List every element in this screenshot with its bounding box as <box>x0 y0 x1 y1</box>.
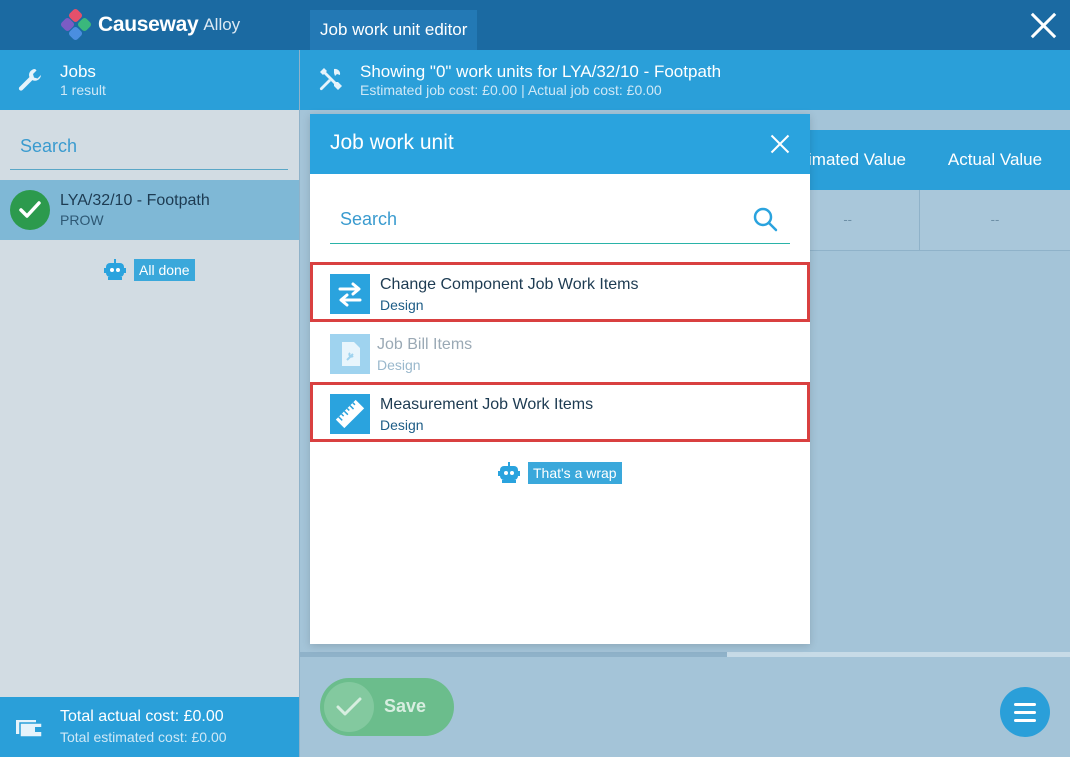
dialog-status-row: That's a wrap <box>498 462 622 484</box>
job-title: LYA/32/10 - Footpath <box>60 192 210 209</box>
work-units-title: Showing "0" work units for LYA/32/10 - F… <box>360 62 722 81</box>
item-subtitle: Design <box>380 297 424 313</box>
list-item[interactable]: LYA/32/10 - Footpath PROW <box>0 180 299 240</box>
column-actual-value[interactable]: Actual Value <box>920 130 1070 190</box>
dialog-close-button[interactable] <box>770 134 790 154</box>
jobs-title: Jobs <box>60 62 96 81</box>
cost-footer: Total actual cost: £0.00 Total estimated… <box>0 697 299 757</box>
jobs-header: Jobs 1 result <box>0 50 299 110</box>
dialog-search-placeholder: Search <box>340 209 398 229</box>
jobs-count: 1 result <box>60 82 106 98</box>
save-label: Save <box>384 696 427 716</box>
job-cost-summary: Estimated job cost: £0.00 | Actual job c… <box>360 82 662 98</box>
dialog-header: Job work unit <box>310 114 810 174</box>
search-icon[interactable] <box>752 206 778 232</box>
swap-arrows-icon <box>330 274 370 314</box>
robot-icon <box>498 462 520 483</box>
item-title: Measurement Job Work Items <box>380 396 594 413</box>
panel-divider <box>299 50 300 757</box>
document-icon <box>330 334 370 374</box>
check-icon <box>324 682 374 732</box>
work-units-header: Showing "0" work units for LYA/32/10 - F… <box>300 50 1070 110</box>
item-subtitle: Design <box>380 417 424 433</box>
status-badge: All done <box>134 259 195 281</box>
item-title: Job Bill Items <box>377 336 473 353</box>
table-row: -- -- <box>772 190 1070 251</box>
brand-name: Causeway <box>98 13 199 36</box>
item-subtitle: Design <box>377 357 421 373</box>
tab-job-work-unit-editor[interactable]: Job work unit editor <box>310 10 478 50</box>
dialog-search-input[interactable]: Search <box>330 198 790 244</box>
logo-mark-icon <box>59 7 94 42</box>
menu-button[interactable] <box>1000 687 1050 737</box>
ruler-icon <box>330 394 370 434</box>
jobs-search-input[interactable]: Search <box>10 128 288 170</box>
wallet-icon <box>16 720 42 737</box>
tools-icon <box>319 68 342 91</box>
total-estimated-cost: Total estimated cost: £0.00 <box>60 729 227 745</box>
item-title: Change Component Job Work Items <box>380 276 639 293</box>
top-bar: Causeway Alloy Job work unit editor <box>0 0 1070 50</box>
list-item-job-bill-items: Job Bill Items Design <box>310 325 810 385</box>
list-item-change-component[interactable]: Change Component Job Work Items Design <box>310 262 810 322</box>
dialog-title: Job work unit <box>330 131 454 154</box>
check-circle-icon <box>10 190 50 230</box>
status-row: All done <box>104 259 195 281</box>
total-actual-cost: Total actual cost: £0.00 <box>60 708 224 725</box>
wrench-icon <box>18 69 41 91</box>
cell-actual-value: -- <box>990 212 1000 227</box>
job-work-unit-dialog: Job work unit Search Change Component Jo… <box>310 114 810 644</box>
table-header: Estimated Value Actual Value <box>772 130 1070 190</box>
close-editor-button[interactable] <box>1026 8 1060 42</box>
dialog-status-badge: That's a wrap <box>528 462 622 484</box>
list-item-measurement[interactable]: Measurement Job Work Items Design <box>310 382 810 442</box>
save-button[interactable]: Save <box>320 678 454 736</box>
robot-icon <box>104 259 126 280</box>
brand-sub: Alloy <box>203 15 241 34</box>
logo: Causeway Alloy <box>59 7 241 42</box>
job-subtitle: PROW <box>60 212 104 228</box>
jobs-panel: Jobs 1 result Search LYA/32/10 - Footpat… <box>0 50 299 757</box>
